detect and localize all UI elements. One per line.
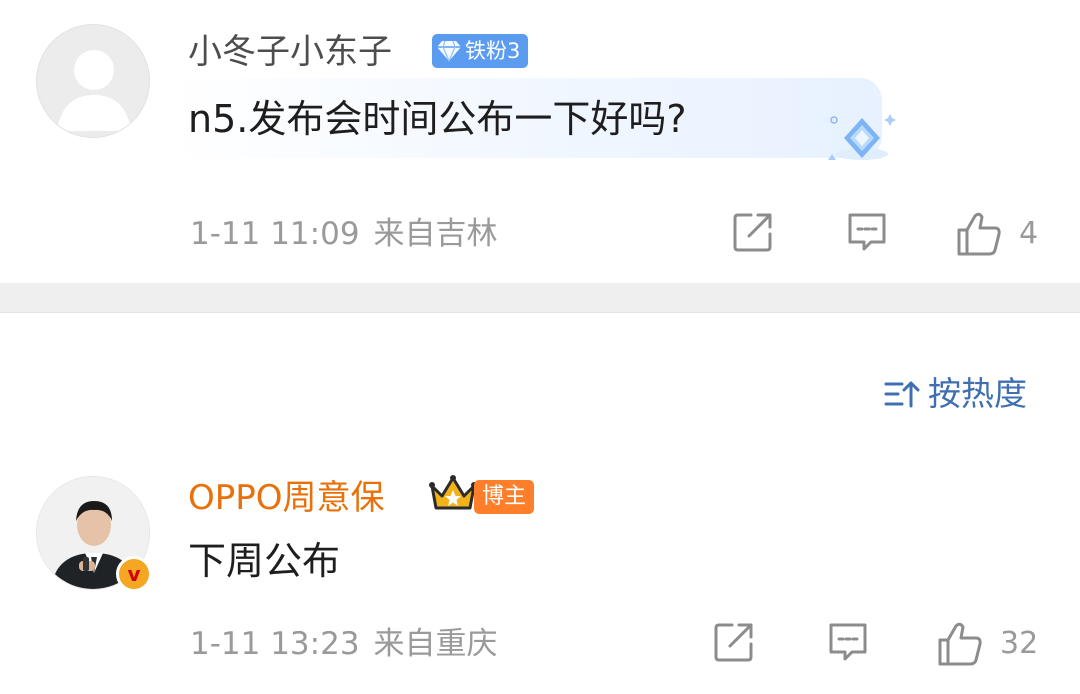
sort-label: 按热度 <box>928 374 1027 413</box>
crown-icon <box>429 475 477 510</box>
like-icon <box>957 212 1001 256</box>
comment-button[interactable] <box>845 210 889 254</box>
comment-icon <box>829 623 867 661</box>
sort-icon <box>884 381 920 408</box>
username[interactable]: 小冬子小东子 <box>188 32 392 72</box>
comment-text: n5.发布会时间公布一下好吗? <box>188 97 687 141</box>
avatar[interactable] <box>36 24 150 138</box>
comment-location: 来自吉林 <box>373 216 498 252</box>
comment-item: 小冬子小东子 铁粉3 n5.发布会时间公布一下好吗? 1-11 11:09 来自吉… <box>0 0 1080 283</box>
like-button[interactable]: 4 <box>955 210 1038 258</box>
like-count: 32 <box>1000 626 1039 661</box>
comment-time: 1-11 13:23 <box>190 626 360 662</box>
comment-meta: 1-11 11:09 来自吉林 <box>190 216 498 252</box>
like-count: 4 <box>1019 216 1039 251</box>
username[interactable]: OPPO周意保 <box>188 478 385 518</box>
comment-text: 下周公布 <box>188 539 341 583</box>
share-icon <box>714 623 753 662</box>
comment-icon <box>848 213 886 251</box>
comment-item: v OPPO周意保 博主 下周公布 1-11 13:23 来自重庆 32 <box>0 440 1080 694</box>
fan-badge-label: 铁粉3 <box>465 39 521 63</box>
share-icon <box>733 213 772 252</box>
comment-meta: 1-11 13:23 来自重庆 <box>190 626 498 662</box>
like-icon <box>938 622 982 666</box>
share-button[interactable] <box>712 620 756 664</box>
verified-icon: v <box>116 556 152 592</box>
diamond-icon <box>437 40 461 62</box>
sort-toggle[interactable]: 按热度 <box>884 372 1027 416</box>
like-button[interactable]: 32 <box>936 620 1038 668</box>
default-avatar-icon <box>57 50 131 131</box>
comment-time: 1-11 11:09 <box>190 216 360 252</box>
fan-badge[interactable]: 铁粉3 <box>432 34 529 68</box>
diamond-icon <box>828 114 896 160</box>
section-divider <box>0 283 1080 313</box>
comment-location: 来自重庆 <box>373 626 498 662</box>
owner-badge[interactable]: 博主 <box>474 480 535 514</box>
share-button[interactable] <box>731 210 775 254</box>
comment-button[interactable] <box>826 620 870 664</box>
